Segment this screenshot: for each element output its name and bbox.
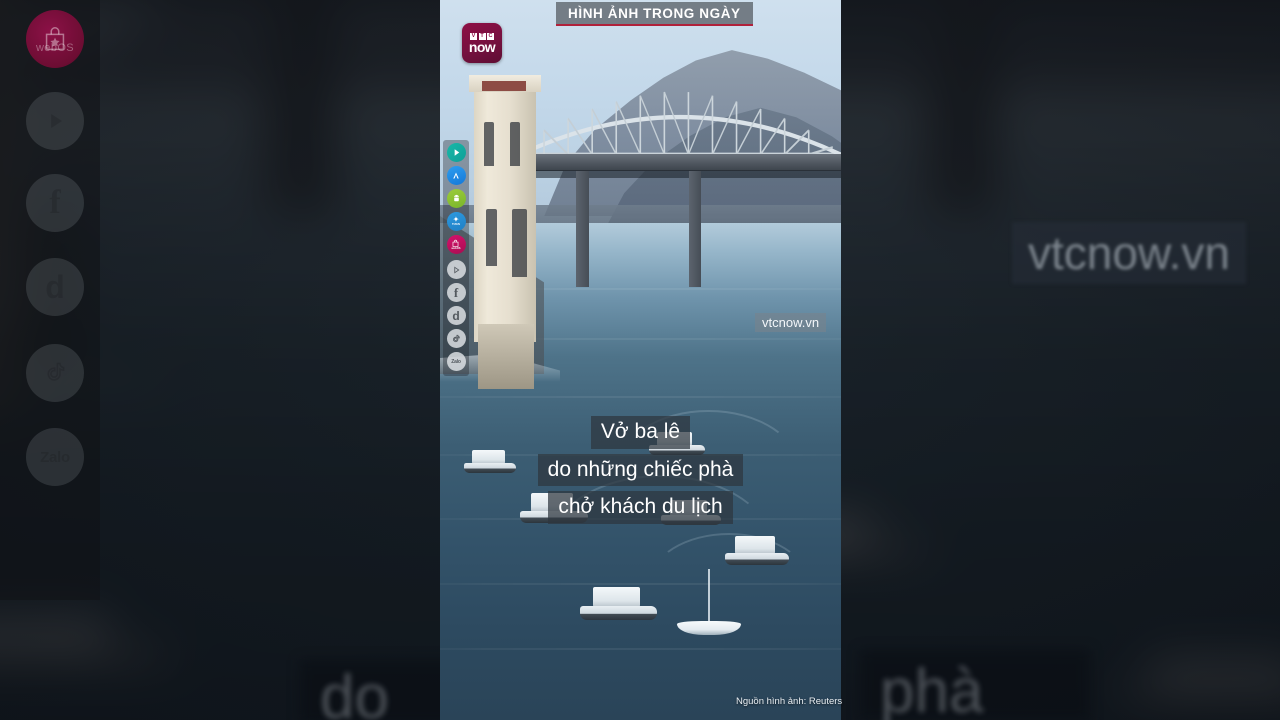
now-wordmark: now bbox=[468, 38, 496, 55]
zalo-label: Zalo bbox=[451, 358, 461, 365]
play-triangle-glyph bbox=[454, 149, 459, 156]
android-robot-glyph bbox=[453, 194, 459, 202]
watermark: vtcnow.vn bbox=[755, 313, 827, 332]
tiktok-note-glyph bbox=[453, 334, 460, 342]
google-play-icon[interactable] bbox=[446, 143, 466, 162]
zalo-icon-large[interactable]: Zalo bbox=[26, 428, 84, 486]
app-store-icon[interactable] bbox=[446, 166, 466, 185]
sailboat bbox=[676, 568, 741, 636]
share-rail: ✦ TIZEN webOS f d Zalo bbox=[443, 140, 469, 376]
tiktok-icon[interactable] bbox=[446, 329, 466, 348]
subtitle-line: chở khách du lịch bbox=[548, 491, 733, 524]
dailymotion-icon-large[interactable]: d bbox=[26, 258, 84, 316]
bridge-pier-1 bbox=[576, 171, 589, 287]
video-player-stage: do phà vtcnow.vn webOS f d Zalo ✦ TIZEN … bbox=[0, 0, 1280, 720]
zalo-icon-large-label: Zalo bbox=[40, 448, 70, 466]
facebook-icon-large[interactable]: f bbox=[26, 174, 84, 232]
youtube-icon-large[interactable] bbox=[26, 92, 84, 150]
webos-icon[interactable]: webOS bbox=[446, 235, 466, 254]
background-watermark: vtcnow.vn bbox=[1012, 222, 1246, 284]
android-icon[interactable] bbox=[446, 189, 466, 208]
bridge-truss bbox=[520, 84, 841, 157]
dailymotion-icon[interactable]: d bbox=[446, 306, 466, 325]
headline-banner: HÌNH ẢNH TRONG NGÀY bbox=[556, 2, 753, 26]
play-triangle-glyph bbox=[51, 113, 63, 129]
lift-tower-base bbox=[478, 324, 535, 389]
lift-tower-roof bbox=[482, 80, 527, 91]
bridge-pier-2 bbox=[688, 171, 702, 287]
subtitle-line: do những chiếc phà bbox=[537, 453, 744, 487]
tiktok-note-glyph bbox=[47, 362, 65, 381]
tizen-icon[interactable]: ✦ TIZEN bbox=[446, 212, 466, 231]
tiktok-icon-large[interactable] bbox=[26, 344, 84, 402]
vtc-now-logo[interactable]: V T C now bbox=[462, 23, 502, 63]
play-triangle-glyph bbox=[454, 266, 460, 273]
app-store-a-glyph bbox=[453, 172, 459, 178]
tizen-label: TIZEN bbox=[452, 223, 460, 227]
background-subtitle-echo-right: phà bbox=[880, 657, 984, 720]
zalo-icon[interactable]: Zalo bbox=[446, 352, 466, 371]
subtitle-line: Vở ba lê bbox=[590, 416, 691, 449]
webos-icon-large-label: webOS bbox=[35, 42, 75, 54]
video-frame[interactable] bbox=[440, 0, 841, 720]
subtitle-block: Vở ba lê do những chiếc phà chở khách du… bbox=[440, 416, 841, 524]
share-rail-enlarged: webOS f d Zalo bbox=[0, 0, 100, 600]
youtube-icon[interactable] bbox=[446, 260, 466, 279]
boat bbox=[580, 586, 657, 620]
source-credit: Nguồn hình ảnh: Reuters bbox=[736, 696, 843, 707]
webos-label: webOS bbox=[451, 246, 461, 250]
background-subtitle-echo-left: do bbox=[320, 663, 389, 720]
video-scene bbox=[440, 0, 841, 720]
boat bbox=[724, 536, 789, 566]
webos-icon-large[interactable] bbox=[26, 10, 84, 68]
facebook-icon[interactable]: f bbox=[446, 283, 466, 302]
